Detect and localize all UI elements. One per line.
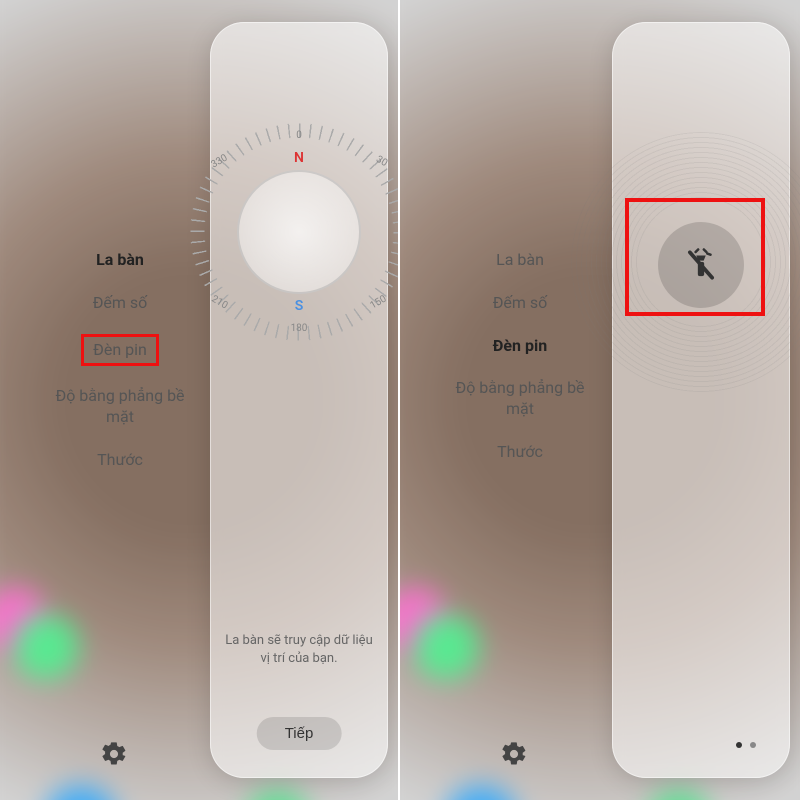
screen-left: La bàn Đếm số Đèn pin Độ bằng phẳng bề m… (0, 0, 400, 800)
settings-icon[interactable] (100, 740, 128, 768)
menu-item-ruler[interactable]: Thước (40, 450, 200, 471)
continue-button[interactable]: Tiếp (257, 717, 342, 750)
compass-permission-text: La bàn sẽ truy cập dữ liệu vị trí của bạ… (222, 632, 376, 668)
menu-item-compass[interactable]: La bàn (40, 250, 200, 271)
settings-icon[interactable] (500, 740, 528, 768)
menu-item-flashlight[interactable]: Đèn pin (83, 336, 157, 365)
menu-item-flashlight[interactable]: Đèn pin (440, 336, 600, 357)
compass-deg-180: 180 (291, 323, 308, 334)
edge-panel-compass: 0 30 330 N S 180 150 210 La bàn sẽ truy … (210, 22, 388, 778)
menu-item-counter[interactable]: Đếm số (40, 293, 200, 314)
screen-right: La bàn Đếm số Đèn pin Độ bằng phẳng bề m… (400, 0, 800, 800)
compass-dial: 0 30 330 N S 180 150 210 (210, 82, 388, 382)
menu-item-level[interactable]: Độ bằng phẳng bề mặt (40, 386, 200, 428)
flashlight-off-icon (682, 246, 720, 284)
page-dot (750, 742, 756, 748)
page-dot (736, 742, 742, 748)
menu-item-level[interactable]: Độ bằng phẳng bề mặt (440, 378, 600, 420)
tools-menu: La bàn Đếm số Đèn pin Độ bằng phẳng bề m… (40, 250, 200, 471)
edge-panel-flashlight (612, 22, 790, 778)
flashlight-toggle[interactable] (658, 222, 744, 308)
page-indicator (736, 742, 756, 748)
menu-item-ruler[interactable]: Thước (440, 442, 600, 463)
compass-face (239, 172, 359, 292)
side-by-side-screens: La bàn Đếm số Đèn pin Độ bằng phẳng bề m… (0, 0, 800, 800)
compass-north: N (189, 150, 400, 166)
compass-deg-0: 0 (296, 130, 302, 141)
